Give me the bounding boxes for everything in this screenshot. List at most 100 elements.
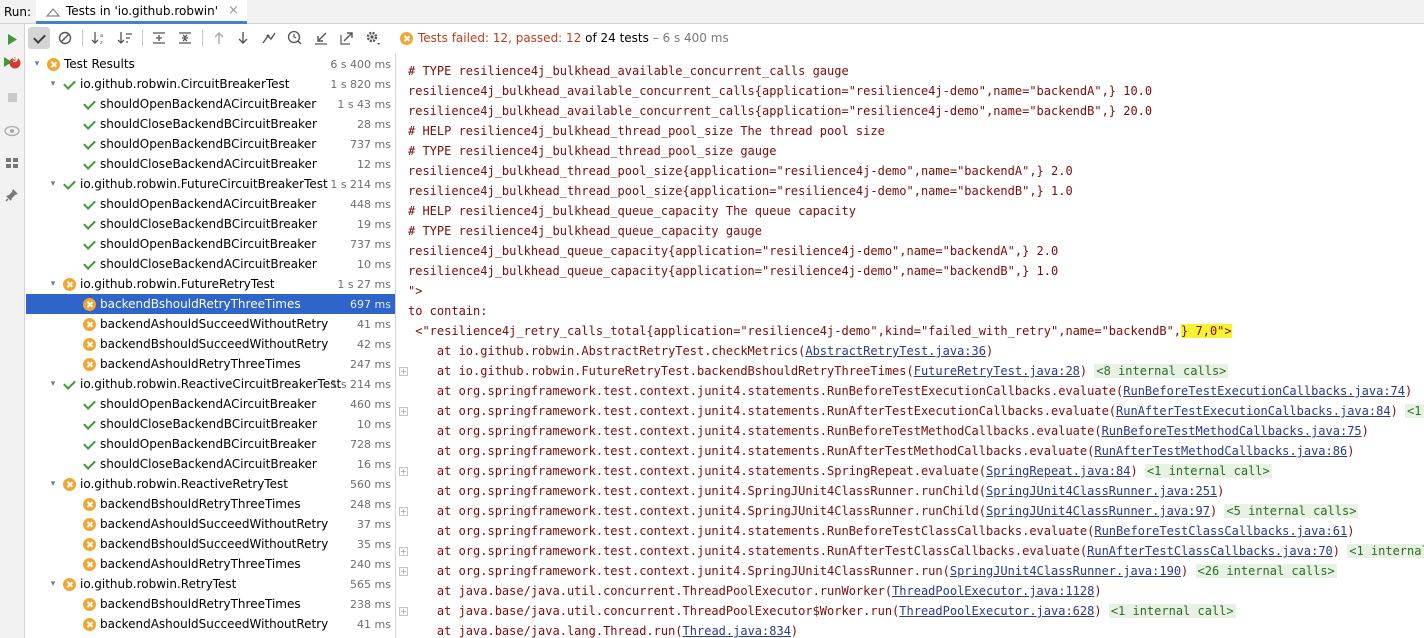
expand-chevron-icon[interactable]: ▾: [32, 59, 42, 69]
status-total: of 24 tests: [581, 31, 649, 45]
expand-chevron-icon[interactable]: ▾: [48, 379, 58, 389]
source-link[interactable]: SpringRepeat.java:84: [986, 464, 1131, 478]
tree-test-method[interactable]: shouldCloseBackendACircuitBreaker 12 ms: [26, 154, 395, 174]
tree-test-method[interactable]: backendAshouldSucceedWithoutRetry 41 ms: [26, 614, 395, 634]
expand-internal-calls-icon[interactable]: +: [399, 407, 408, 416]
tree-test-method[interactable]: backendBshouldRetryThreeTimes 248 ms: [26, 494, 395, 514]
toggle-view-button[interactable]: [3, 122, 21, 140]
internal-calls-badge[interactable]: <1 internal call>: [1347, 544, 1424, 558]
show-passed-button[interactable]: [28, 27, 50, 49]
tree-test-method[interactable]: shouldCloseBackendACircuitBreaker 16 ms: [26, 454, 395, 474]
arrow-down-icon: [238, 32, 248, 44]
source-link[interactable]: SpringJUnit4ClassRunner.java:190: [950, 564, 1181, 578]
show-ignored-button[interactable]: [54, 27, 76, 49]
test-status-icon: [82, 457, 96, 471]
internal-calls-badge[interactable]: <1 internal call>: [1108, 604, 1236, 618]
internal-calls-badge[interactable]: <5 internal calls>: [1224, 504, 1359, 518]
source-link[interactable]: Thread.java:834: [683, 624, 791, 638]
tree-test-method[interactable]: shouldCloseBackendACircuitBreaker 10 ms: [26, 254, 395, 274]
tree-test-method[interactable]: shouldOpenBackendBCircuitBreaker 737 ms: [26, 134, 395, 154]
test-results-tree[interactable]: ▾ Test Results 6 s 400 ms ▾ io.github.robwin…: [26, 53, 396, 638]
stop-button[interactable]: [3, 88, 21, 106]
tree-test-method[interactable]: shouldOpenBackendACircuitBreaker 460 ms: [26, 394, 395, 414]
tree-test-method[interactable]: shouldCloseBackendBCircuitBreaker 19 ms: [26, 214, 395, 234]
expand-internal-calls-icon[interactable]: +: [399, 507, 408, 516]
tree-root-test-results[interactable]: ▾ Test Results 6 s 400 ms: [26, 54, 395, 74]
expand-internal-calls-icon[interactable]: +: [399, 367, 408, 376]
settings-button[interactable]: [362, 27, 384, 49]
tree-test-method[interactable]: backendAshouldRetryThreeTimes 240 ms: [26, 554, 395, 574]
tree-test-class[interactable]: ▾ io.github.robwin.ReactiveRetryTest 560 m…: [26, 474, 395, 494]
test-history-button[interactable]: [284, 27, 306, 49]
tree-test-class[interactable]: ▾ io.github.robwin.RetryTest 565 ms: [26, 574, 395, 594]
tree-test-class[interactable]: ▾ io.github.robwin.FutureCircuitBreakerTe…: [26, 174, 395, 194]
expand-internal-calls-icon[interactable]: +: [399, 607, 408, 616]
status-duration: – 6 s 400 ms: [648, 31, 729, 45]
source-link[interactable]: RunBeforeTestClassCallbacks.java:61: [1094, 524, 1347, 538]
console-text: ): [1405, 384, 1413, 398]
source-link[interactable]: FutureRetryTest.java:28: [914, 364, 1080, 378]
svg-text:a: a: [100, 33, 103, 39]
ignored-icon: [58, 31, 72, 45]
export-tests-button[interactable]: [336, 27, 358, 49]
source-link[interactable]: ThreadPoolExecutor.java:628: [899, 604, 1094, 618]
previous-failed-button[interactable]: [208, 27, 230, 49]
test-console-output[interactable]: # TYPE resilience4j_bulkhead_available_c…: [397, 53, 1424, 638]
expand-internal-calls-icon[interactable]: +: [399, 567, 408, 576]
rerun-automatically-button[interactable]: [258, 27, 280, 49]
tree-test-method[interactable]: backendBshouldRetryThreeTimes 238 ms: [26, 594, 395, 614]
expand-all-button[interactable]: [148, 27, 170, 49]
tree-test-class[interactable]: ▾ io.github.robwin.FutureRetryTest 1 s 27 …: [26, 274, 395, 294]
source-link[interactable]: RunAfterTestMethodCallbacks.java:86: [1094, 444, 1347, 458]
source-link[interactable]: SpringJUnit4ClassRunner.java:251: [986, 484, 1217, 498]
test-status-icon: [82, 97, 96, 111]
source-link[interactable]: RunAfterTestExecutionCallbacks.java:84: [1116, 404, 1391, 418]
close-tab-icon[interactable]: ×: [228, 3, 239, 18]
import-tests-button[interactable]: [310, 27, 332, 49]
source-link[interactable]: RunBeforeTestMethodCallbacks.java:75: [1102, 424, 1362, 438]
internal-calls-badge[interactable]: <26 internal calls>: [1195, 564, 1337, 578]
source-link[interactable]: SpringJUnit4ClassRunner.java:97: [986, 504, 1210, 518]
expand-chevron-icon[interactable]: ▾: [48, 479, 58, 489]
expand-internal-calls-icon[interactable]: +: [399, 547, 408, 556]
tree-test-method[interactable]: shouldCloseBackendBCircuitBreaker 28 ms: [26, 114, 395, 134]
internal-calls-badge[interactable]: <1 internal call>: [1405, 404, 1424, 418]
tab-tests-in-package[interactable]: Tests in 'io.github.robwin' ×: [36, 0, 247, 24]
tree-test-method[interactable]: shouldOpenBackendACircuitBreaker 448 ms: [26, 194, 395, 214]
expand-chevron-icon[interactable]: ▾: [48, 579, 58, 589]
tree-test-method[interactable]: backendBshouldSucceedWithoutRetry 42 ms: [26, 334, 395, 354]
next-failed-button[interactable]: [232, 27, 254, 49]
expand-chevron-icon[interactable]: ▾: [48, 79, 58, 89]
collapse-all-button[interactable]: [174, 27, 196, 49]
console-text: ): [1094, 604, 1109, 618]
tree-row-label: io.github.robwin.RetryTest: [80, 577, 237, 591]
tree-test-method[interactable]: backendBshouldRetryThreeTimes 697 ms: [26, 294, 395, 314]
tree-test-method[interactable]: shouldOpenBackendACircuitBreaker 1 s 43 m…: [26, 94, 395, 114]
tree-test-class[interactable]: ▾ io.github.robwin.CircuitBreakerTest 1 s …: [26, 74, 395, 94]
expand-internal-calls-icon[interactable]: +: [399, 467, 408, 476]
rerun-failed-count: 9: [12, 55, 19, 65]
tree-test-class[interactable]: ▾ io.github.robwin.ReactiveCircuitBreaker…: [26, 374, 395, 394]
source-link[interactable]: RunAfterTestClassCallbacks.java:70: [1087, 544, 1333, 558]
expand-chevron-icon[interactable]: ▾: [48, 279, 58, 289]
layout-button[interactable]: [3, 154, 21, 172]
source-link[interactable]: AbstractRetryTest.java:36: [805, 344, 986, 358]
sort-alphabetically-button[interactable]: az: [88, 27, 110, 49]
pin-button[interactable]: [3, 186, 21, 204]
sort-by-duration-button[interactable]: [114, 27, 136, 49]
tree-test-method[interactable]: backendAshouldSucceedWithoutRetry 37 ms: [26, 514, 395, 534]
tree-test-method[interactable]: shouldOpenBackendBCircuitBreaker 728 ms: [26, 434, 395, 454]
tree-test-method[interactable]: shouldOpenBackendBCircuitBreaker 737 ms: [26, 234, 395, 254]
internal-calls-badge[interactable]: <8 internal calls>: [1094, 364, 1229, 378]
rerun-button[interactable]: [3, 30, 21, 48]
tree-test-method[interactable]: backendAshouldRetryThreeTimes 247 ms: [26, 354, 395, 374]
source-link[interactable]: RunBeforeTestExecutionCallbacks.java:74: [1123, 384, 1405, 398]
rerun-failed-button[interactable]: 9: [3, 54, 21, 72]
tree-test-method[interactable]: backendBshouldSucceedWithoutRetry 35 ms: [26, 534, 395, 554]
internal-calls-badge[interactable]: <1 internal call>: [1144, 464, 1272, 478]
test-passed-icon: [83, 98, 95, 110]
source-link[interactable]: ThreadPoolExecutor.java:1128: [892, 584, 1094, 598]
expand-chevron-icon[interactable]: ▾: [48, 179, 58, 189]
tree-test-method[interactable]: backendAshouldSucceedWithoutRetry 41 ms: [26, 314, 395, 334]
tree-test-method[interactable]: shouldCloseBackendBCircuitBreaker 10 ms: [26, 414, 395, 434]
